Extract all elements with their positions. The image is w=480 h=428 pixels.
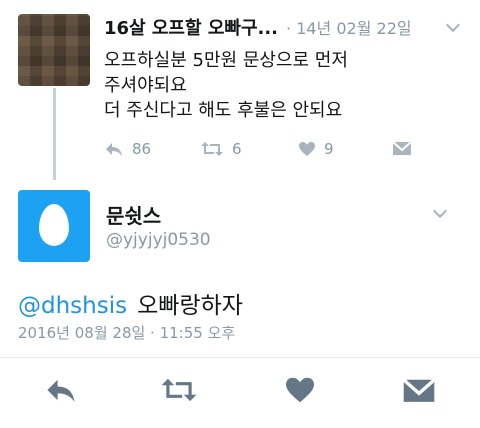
like-button[interactable] [284,376,320,412]
main-author-handle[interactable]: @yjyjyj0530 [106,230,211,250]
divider [0,357,480,358]
reply-action-bar: 86 6 9 [104,140,424,164]
heart-icon [286,377,314,403]
like-count: 9 [324,140,334,158]
main-action-bar [0,376,480,412]
reply-text-line: 주셔야되요 [104,75,187,96]
reply-tweet-text: 오프하실분 5만원 문상으로 먼저 주셔야되요 더 주신다고 해도 후불은 안되… [104,48,454,123]
retweet-button[interactable]: 6 [200,140,242,158]
main-tweet-text: @dhshsis 오빠랑하자 [18,286,243,320]
chevron-down-icon[interactable] [433,206,447,220]
reply-icon [106,143,122,156]
retweet-count: 6 [232,140,242,158]
message-button[interactable] [392,140,412,156]
reply-date[interactable]: · 14년 02월 22일 [286,15,412,39]
retweet-button[interactable] [160,376,197,412]
chevron-down-icon[interactable] [446,20,460,34]
envelope-icon [392,141,412,155]
reply-tweet[interactable]: 16살 오프할 오빠구... · 14년 02월 22일 오프하실분 5만원 문… [0,0,480,180]
mention-link[interactable]: @dhshsis [18,293,127,319]
like-button[interactable]: 9 [298,140,334,158]
egg-icon [39,204,69,246]
main-author-name[interactable]: 문쉿스 [106,200,161,229]
main-tweet: 문쉿스 @yjyjyj0530 @dhshsis 오빠랑하자 2016년 08월 … [0,180,480,428]
heart-icon [299,142,315,156]
reply-count: 86 [132,140,152,158]
reply-author-name[interactable]: 16살 오프할 오빠구... [104,14,278,40]
tweet-timestamp[interactable]: 2016년 08월 28일 · 11:55 오후 [18,322,235,343]
tweet-body: 오빠랑하자 [137,293,243,319]
envelope-icon [402,378,436,402]
retweet-icon [161,378,197,402]
retweet-icon [201,142,223,156]
thread-connector-line [53,88,56,180]
reply-text-line: 오프하실분 5만원 문상으로 먼저 [104,50,348,71]
reply-avatar[interactable] [18,14,90,86]
reply-text-line: 더 주신다고 해도 후불은 안되요 [104,100,343,121]
reply-icon [47,379,75,402]
reply-button[interactable]: 86 [104,140,151,158]
reply-tweet-header: 16살 오프할 오빠구... · 14년 02월 22일 [104,14,412,40]
reply-button[interactable] [44,376,80,412]
message-button[interactable] [402,376,438,412]
main-avatar[interactable] [18,190,90,262]
